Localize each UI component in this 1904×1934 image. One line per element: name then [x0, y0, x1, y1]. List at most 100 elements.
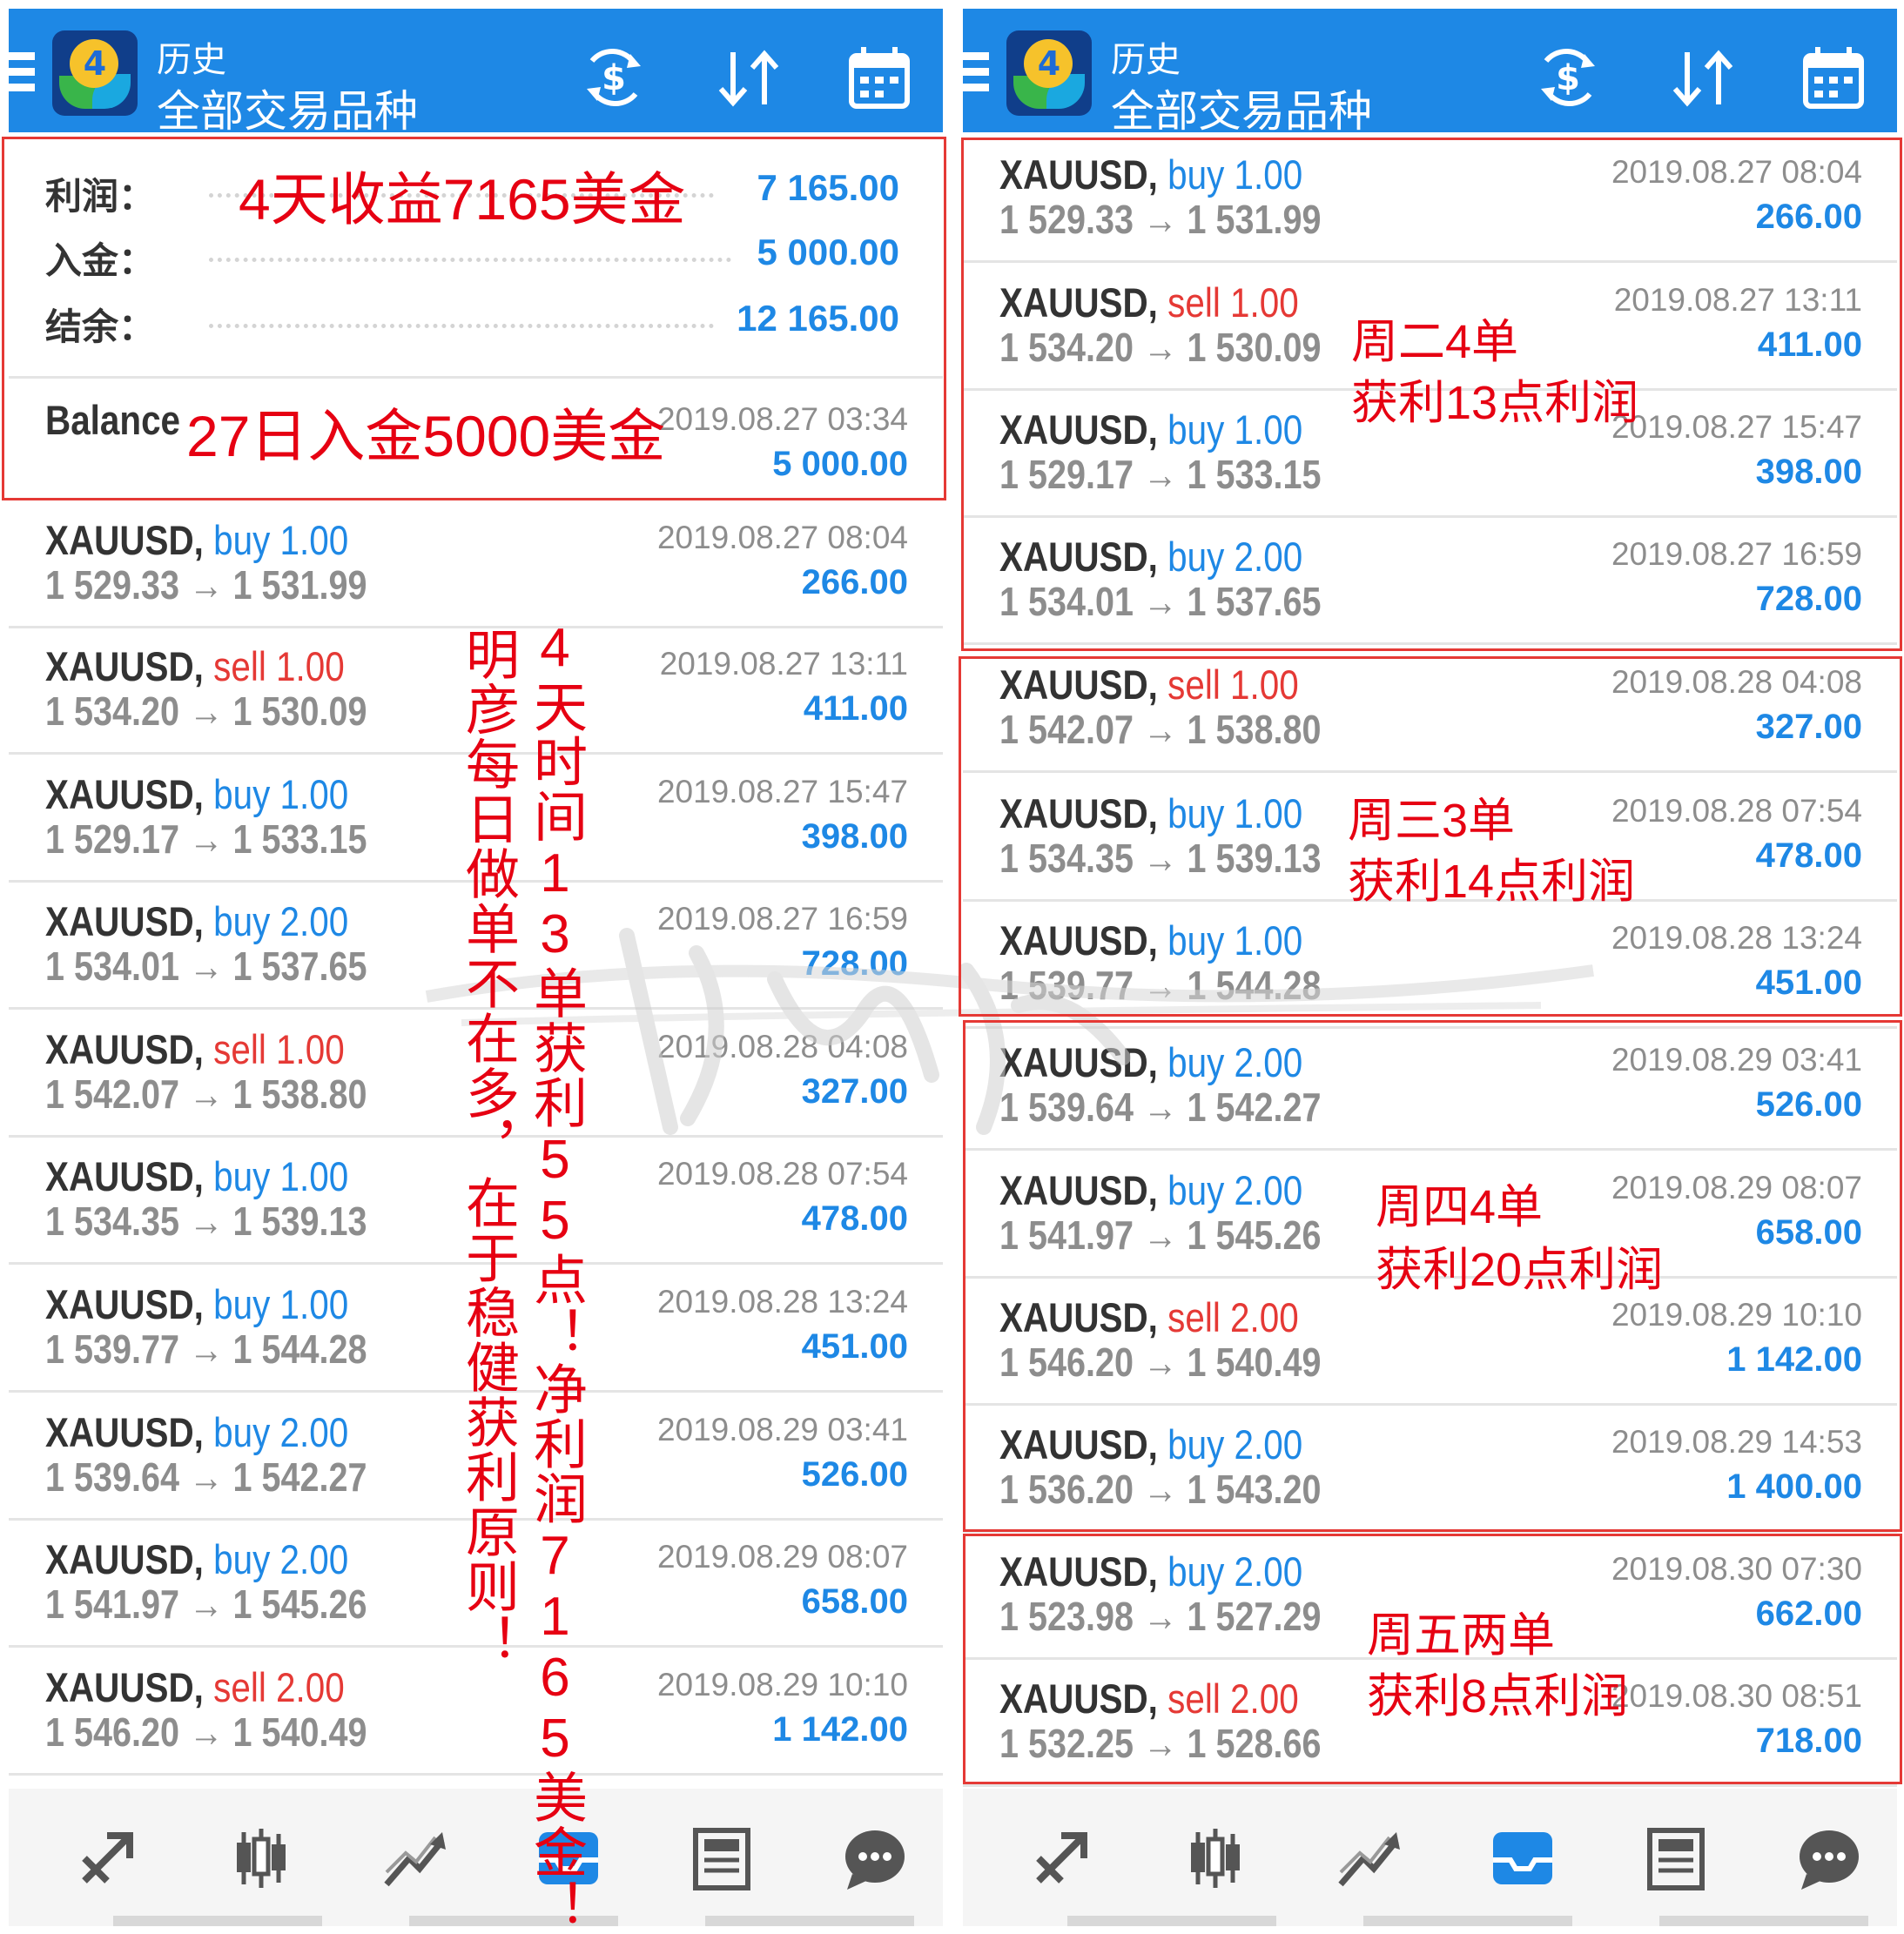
symbol-name: XAUUSD, [999, 1167, 1158, 1213]
deal-profit: 1 142.00 [772, 1710, 908, 1749]
deal-date: 2019.08.28 04:08 [656, 1029, 908, 1064]
deal-symbol: XAUUSD, sell 1.00 [999, 661, 1299, 708]
messages-icon[interactable] [1794, 1823, 1864, 1893]
quotes-icon[interactable] [1026, 1823, 1096, 1893]
deposit-annotation: 27日入金5000美金 [186, 404, 666, 468]
balance-operation-label: Balance [45, 397, 181, 443]
messages-icon[interactable] [840, 1823, 910, 1893]
deal-row[interactable]: XAUUSD, buy 2.00 1 536.20 → 1 543.20 2019.… [963, 1405, 1897, 1533]
nav-indicator-line [113, 1916, 322, 1926]
currency-exchange-icon[interactable]: $ [575, 44, 653, 113]
sort-icon[interactable] [1668, 44, 1738, 113]
symbol-filter-title[interactable]: 全部交易品种 [157, 77, 418, 139]
deal-side: buy [1167, 534, 1225, 580]
deal-symbol: XAUUSD, buy 2.00 [999, 1548, 1302, 1595]
deal-volume: 1.00 [276, 1026, 345, 1072]
deal-prices: 1 534.01 → 1 537.65 [45, 943, 367, 989]
deal-prices: 1 539.64 → 1 542.27 [999, 1085, 1322, 1130]
deal-profit: 728.00 [1755, 580, 1862, 618]
trade-icon[interactable] [380, 1823, 449, 1893]
sort-icon[interactable] [714, 44, 784, 113]
chart-icon[interactable] [226, 1823, 296, 1893]
deal-side: buy [1167, 1167, 1225, 1213]
news-icon[interactable] [687, 1823, 757, 1893]
deal-row[interactable]: XAUUSD, buy 2.00 1 539.64 → 1 542.27 2019.… [963, 1023, 1897, 1151]
symbol-name: XAUUSD, [999, 1421, 1158, 1467]
deal-side: sell [1167, 661, 1221, 708]
chart-icon[interactable] [1181, 1823, 1250, 1893]
menu-icon[interactable] [9, 52, 35, 97]
deal-volume: 1.00 [1234, 151, 1303, 198]
symbol-name: XAUUSD, [999, 151, 1158, 198]
nav-indicator-line [1363, 1916, 1572, 1926]
trade-icon[interactable] [1334, 1823, 1403, 1893]
deal-profit: 1 400.00 [1726, 1467, 1862, 1506]
deal-date: 2019.08.28 13:24 [656, 1284, 908, 1320]
calendar-icon[interactable] [1799, 44, 1868, 113]
deal-side: sell [1167, 279, 1221, 326]
symbol-name: XAUUSD, [999, 1294, 1158, 1340]
deal-side: sell [213, 1664, 266, 1710]
deal-prices: 1 546.20 → 1 540.49 [999, 1340, 1322, 1385]
friday-count-annotation: 周五两单 [1367, 1609, 1555, 1662]
deal-side: buy [1167, 790, 1225, 836]
deal-row[interactable]: XAUUSD, buy 1.00 1 529.33 → 1 531.99 2019.… [963, 135, 1897, 263]
balance-value: 12 165.00 [737, 298, 899, 339]
deal-symbol: XAUUSD, buy 2.00 [999, 1420, 1302, 1468]
news-icon[interactable] [1641, 1823, 1711, 1893]
nav-indicator-line [705, 1916, 914, 1926]
deal-date: 2019.08.27 13:11 [659, 646, 908, 682]
deal-symbol: XAUUSD, sell 2.00 [45, 1663, 345, 1711]
deal-profit: 478.00 [801, 1199, 908, 1238]
deal-side: buy [1167, 917, 1225, 964]
deal-row[interactable]: XAUUSD, buy 1.00 1 529.33 → 1 531.99 2019.… [9, 500, 943, 628]
symbol-name: XAUUSD, [999, 790, 1158, 836]
deal-volume: 1.00 [1234, 406, 1303, 453]
deal-volume: 2.00 [1234, 1421, 1303, 1467]
wednesday-count-annotation: 周三3单 [1348, 795, 1516, 847]
deal-profit: 526.00 [801, 1455, 908, 1494]
tuesday-profit-annotation: 获利13点利润 [1351, 377, 1639, 429]
deposit-label: 入金： [45, 240, 156, 281]
svg-text:$: $ [1556, 58, 1580, 98]
deal-profit: 451.00 [801, 1327, 908, 1366]
history-icon[interactable] [1488, 1823, 1558, 1893]
deal-symbol: XAUUSD, sell 1.00 [45, 1025, 345, 1073]
deal-volume: 2.00 [1230, 1294, 1299, 1340]
deal-volume: 2.00 [1230, 1675, 1299, 1722]
deal-symbol: XAUUSD, buy 1.00 [45, 1152, 348, 1200]
app-bar: 4 历史 全部交易品种 $ [9, 9, 943, 136]
deal-profit: 478.00 [1755, 836, 1862, 875]
symbol-name: XAUUSD, [45, 1153, 204, 1199]
deal-side: buy [1167, 1421, 1225, 1467]
nav-indicator-line [409, 1916, 618, 1926]
menu-icon[interactable] [963, 52, 989, 97]
deal-prices: 1 539.77 → 1 544.28 [45, 1326, 367, 1372]
quotes-icon[interactable] [72, 1823, 142, 1893]
deal-prices: 1 541.97 → 1 545.26 [45, 1581, 367, 1627]
symbol-name: XAUUSD, [999, 1039, 1158, 1085]
deal-volume: 1.00 [1230, 661, 1299, 708]
symbol-name: XAUUSD, [999, 661, 1158, 708]
calendar-icon[interactable] [844, 44, 914, 113]
deal-volume: 2.00 [279, 898, 349, 944]
vertical-annotation-summary: 4天时间13单获利55点！净利润7165美金！ [525, 618, 585, 1934]
symbol-filter-title[interactable]: 全部交易品种 [1111, 77, 1372, 139]
deal-profit: 266.00 [1755, 198, 1862, 236]
deal-symbol: XAUUSD, buy 2.00 [999, 1038, 1302, 1086]
deal-symbol: XAUUSD, buy 1.00 [45, 1280, 348, 1328]
mt4-logo-icon: 4 [52, 30, 138, 116]
deal-row[interactable]: XAUUSD, sell 1.00 1 542.07 → 1 538.80 2019… [963, 645, 1897, 773]
deal-row[interactable]: XAUUSD, buy 2.00 1 534.01 → 1 537.65 2019.… [963, 517, 1897, 645]
deal-symbol: XAUUSD, sell 2.00 [999, 1675, 1299, 1722]
deal-side: sell [213, 1026, 266, 1072]
deal-volume: 2.00 [1234, 534, 1303, 580]
app-bar: 4 历史 全部交易品种 $ [963, 9, 1897, 136]
deal-prices: 1 529.33 → 1 531.99 [999, 197, 1322, 242]
deal-side: buy [213, 1281, 271, 1327]
bottom-navigation [9, 1789, 943, 1926]
symbol-name: XAUUSD, [999, 279, 1158, 326]
deal-prices: 1 523.98 → 1 527.29 [999, 1594, 1322, 1639]
deal-row[interactable]: XAUUSD, buy 1.00 1 539.77 → 1 544.28 2019.… [963, 901, 1897, 1029]
currency-exchange-icon[interactable]: $ [1529, 44, 1607, 113]
